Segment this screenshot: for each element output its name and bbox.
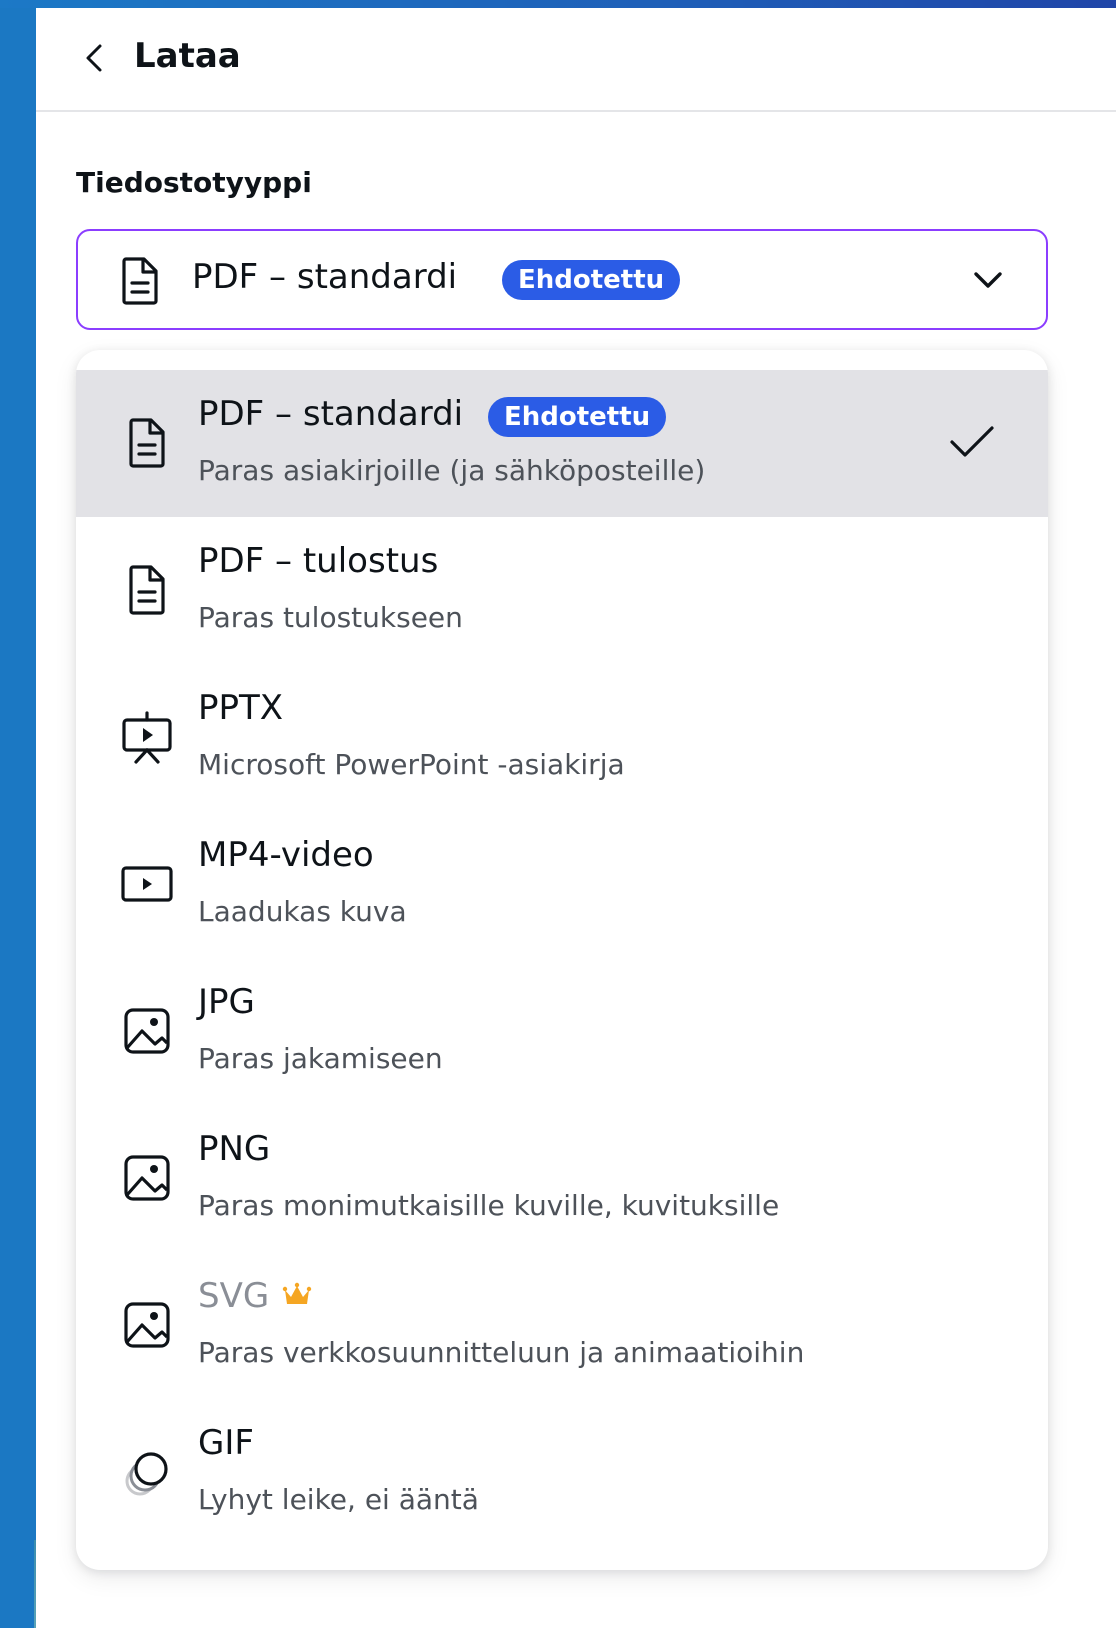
- selected-file-type: PDF – standardi: [192, 257, 458, 297]
- download-panel: Lataa Tiedostotyyppi PDF – standardi Ehd…: [36, 8, 1116, 1628]
- option-description: Paras jakamiseen: [198, 1042, 443, 1075]
- file-type-select[interactable]: PDF – standardi Ehdotettu: [76, 229, 1048, 330]
- option-title: JPG: [198, 982, 255, 1022]
- option-title: SVG: [198, 1276, 270, 1316]
- document-icon: [122, 257, 158, 305]
- option-pdf-standard[interactable]: PDF – standardi Ehdotettu Paras asiakirj…: [76, 370, 1048, 517]
- page-title: Lataa: [134, 36, 241, 76]
- option-title: GIF: [198, 1423, 254, 1463]
- file-type-dropdown: PDF – standardi Ehdotettu Paras asiakirj…: [76, 350, 1048, 1570]
- option-description: Paras tulostukseen: [198, 601, 463, 634]
- presentation-icon: [122, 711, 172, 764]
- suggested-badge: Ehdotettu: [502, 260, 681, 300]
- suggested-badge: Ehdotettu: [488, 397, 667, 437]
- document-icon: [129, 418, 165, 468]
- option-description: Microsoft PowerPoint -asiakirja: [198, 748, 625, 781]
- image-icon: [124, 1155, 170, 1201]
- option-gif[interactable]: GIF Lyhyt leike, ei ääntä: [76, 1399, 1048, 1546]
- chevron-down-icon: [974, 272, 1002, 288]
- option-pptx[interactable]: PPTX Microsoft PowerPoint -asiakirja: [76, 664, 1048, 811]
- panel-header: Lataa: [36, 8, 1116, 112]
- option-title: PPTX: [198, 688, 284, 728]
- video-icon: [121, 866, 173, 902]
- option-description: Paras monimutkaisille kuville, kuvituksi…: [198, 1189, 780, 1222]
- option-mp4[interactable]: MP4-video Laadukas kuva: [76, 811, 1048, 958]
- option-description: Paras verkkosuunnitteluun ja animaatioih…: [198, 1336, 805, 1369]
- option-title: PDF – tulostus: [198, 541, 439, 581]
- document-icon: [129, 565, 165, 615]
- option-title: PNG: [198, 1129, 271, 1169]
- checkmark-icon: [950, 426, 994, 457]
- gif-icon: [125, 1452, 168, 1496]
- window-top-strip: [0, 0, 1116, 8]
- option-description: Paras asiakirjoille (ja sähköposteille): [198, 454, 706, 487]
- option-title: PDF – standardi: [198, 394, 464, 434]
- option-png[interactable]: PNG Paras monimutkaisille kuville, kuvit…: [76, 1105, 1048, 1252]
- image-icon: [124, 1008, 170, 1054]
- chevron-left-icon[interactable]: [80, 40, 108, 76]
- option-jpg[interactable]: JPG Paras jakamiseen: [76, 958, 1048, 1105]
- option-title: MP4-video: [198, 835, 374, 875]
- option-pdf-print[interactable]: PDF – tulostus Paras tulostukseen: [76, 517, 1048, 664]
- image-icon: [124, 1302, 170, 1348]
- file-type-label: Tiedostotyyppi: [76, 166, 312, 199]
- option-description: Lyhyt leike, ei ääntä: [198, 1483, 479, 1516]
- option-svg[interactable]: SVG Paras verkkosuunnitteluun ja animaat…: [76, 1252, 1048, 1399]
- option-description: Laadukas kuva: [198, 895, 407, 928]
- crown-icon: [282, 1282, 312, 1304]
